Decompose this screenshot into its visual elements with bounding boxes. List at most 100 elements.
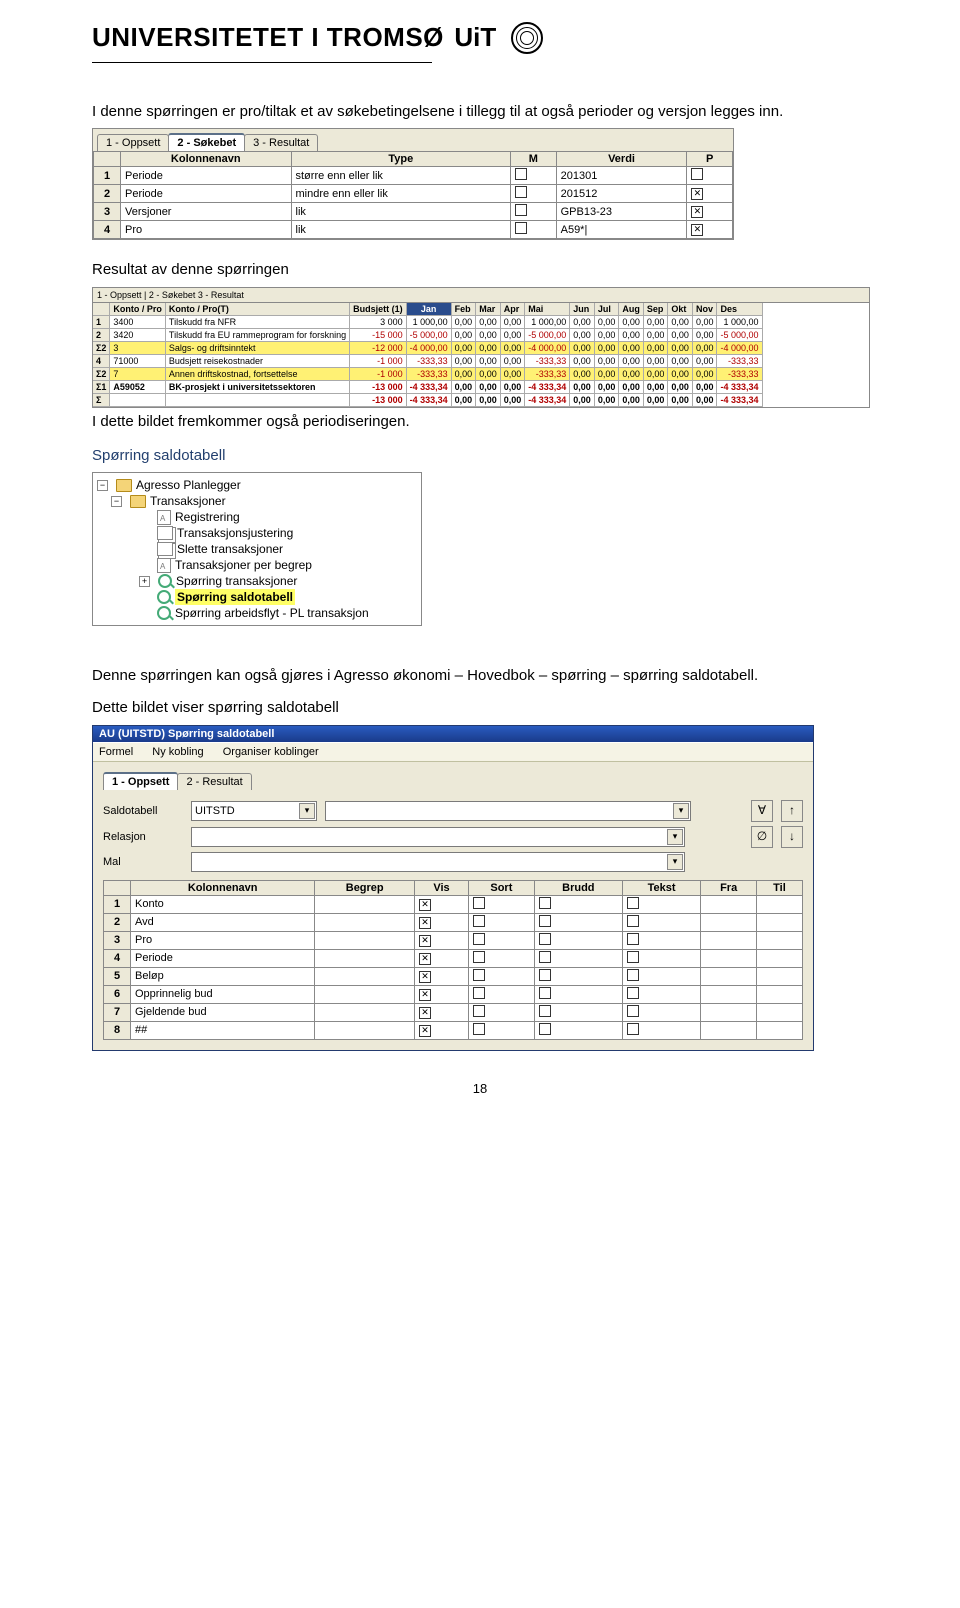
chevron-down-icon[interactable]: ▾ <box>667 854 683 870</box>
col-tekst[interactable] <box>622 1021 701 1039</box>
col-fra[interactable] <box>701 1021 757 1039</box>
saldo-row[interactable]: 6Opprinnelig bud <box>104 985 803 1003</box>
col-sort[interactable] <box>468 1021 534 1039</box>
checkbox-icon[interactable] <box>627 933 639 945</box>
checkbox-icon[interactable] <box>473 933 485 945</box>
saldo-row[interactable]: 1Konto <box>104 895 803 913</box>
col-fra[interactable] <box>701 1003 757 1021</box>
checkbox-icon[interactable] <box>539 915 551 927</box>
checkbox-icon[interactable] <box>691 206 703 218</box>
col-vis[interactable] <box>415 913 469 931</box>
checkbox-icon[interactable] <box>473 915 485 927</box>
filter-all-button[interactable]: ∀ <box>751 800 773 822</box>
tree-item[interactable]: +Spørring transaksjoner <box>97 573 417 589</box>
checkbox-icon[interactable] <box>473 987 485 999</box>
checkbox-icon[interactable] <box>515 222 527 234</box>
checkbox-icon[interactable] <box>627 897 639 909</box>
col-til[interactable] <box>756 931 802 949</box>
checkbox-icon[interactable] <box>539 933 551 945</box>
col-p[interactable] <box>687 221 733 239</box>
col-p[interactable] <box>687 203 733 221</box>
col-sort[interactable] <box>468 895 534 913</box>
col-value[interactable]: 201301 <box>556 167 687 185</box>
col-tekst[interactable] <box>622 967 701 985</box>
saldo-row[interactable]: 8## <box>104 1021 803 1039</box>
query-row[interactable]: 1Periodestørre enn eller lik201301 <box>94 167 733 185</box>
col-sort[interactable] <box>468 967 534 985</box>
col-sort[interactable] <box>468 913 534 931</box>
checkbox-icon[interactable] <box>419 971 431 983</box>
checkbox-icon[interactable] <box>627 915 639 927</box>
tree-root[interactable]: − Agresso Planlegger <box>97 477 417 493</box>
col-tekst[interactable] <box>622 949 701 967</box>
checkbox-icon[interactable] <box>473 951 485 963</box>
chevron-down-icon[interactable]: ▾ <box>667 829 683 845</box>
menu-formel[interactable]: Formel <box>99 746 133 758</box>
chevron-down-icon[interactable]: ▾ <box>299 803 315 819</box>
menu-nykobling[interactable]: Ny kobling <box>152 746 203 758</box>
saldo-row[interactable]: 7Gjeldende bud <box>104 1003 803 1021</box>
tab-oppsett[interactable]: 1 - Oppsett <box>97 134 169 151</box>
tree-item[interactable]: Transaksjoner per begrep <box>97 557 417 573</box>
tree-item[interactable]: Spørring saldotabell <box>97 589 417 605</box>
col-brudd[interactable] <box>534 1021 622 1039</box>
col-value[interactable]: A59*| <box>556 221 687 239</box>
col-m[interactable] <box>511 203 557 221</box>
col-sort[interactable] <box>468 985 534 1003</box>
col-m[interactable] <box>511 167 557 185</box>
checkbox-icon[interactable] <box>627 1005 639 1017</box>
col-brudd[interactable] <box>534 1003 622 1021</box>
col-value[interactable]: 201512 <box>556 185 687 203</box>
col-til[interactable] <box>756 895 802 913</box>
checkbox-icon[interactable] <box>473 897 485 909</box>
col-brudd[interactable] <box>534 895 622 913</box>
mal-combo[interactable]: ▾ <box>191 852 685 872</box>
checkbox-icon[interactable] <box>473 1023 485 1035</box>
col-brudd[interactable] <box>534 913 622 931</box>
checkbox-icon[interactable] <box>419 989 431 1001</box>
checkbox-icon[interactable] <box>539 969 551 981</box>
saldo-row[interactable]: 3Pro <box>104 931 803 949</box>
col-tekst[interactable] <box>622 931 701 949</box>
col-vis[interactable] <box>415 895 469 913</box>
checkbox-icon[interactable] <box>539 1005 551 1017</box>
col-vis[interactable] <box>415 949 469 967</box>
tab-win-oppsett[interactable]: 1 - Oppsett <box>103 772 178 790</box>
col-sort[interactable] <box>468 1003 534 1021</box>
checkbox-icon[interactable] <box>627 1023 639 1035</box>
col-til[interactable] <box>756 949 802 967</box>
tree-sub[interactable]: − Transaksjoner <box>97 493 417 509</box>
checkbox-icon[interactable] <box>419 1025 431 1037</box>
col-til[interactable] <box>756 1021 802 1039</box>
col-til[interactable] <box>756 913 802 931</box>
tree-item[interactable]: Slette transaksjoner <box>97 541 417 557</box>
col-vis[interactable] <box>415 1021 469 1039</box>
checkbox-icon[interactable] <box>539 951 551 963</box>
tab-sokebet[interactable]: 2 - Søkebet <box>168 133 245 151</box>
saldo-row[interactable]: 2Avd <box>104 913 803 931</box>
col-fra[interactable] <box>701 895 757 913</box>
tree-item[interactable]: Transaksjonsjustering <box>97 525 417 541</box>
checkbox-icon[interactable] <box>627 987 639 999</box>
checkbox-icon[interactable] <box>419 935 431 947</box>
col-brudd[interactable] <box>534 967 622 985</box>
checkbox-icon[interactable] <box>539 897 551 909</box>
menu-organiser[interactable]: Organiser koblinger <box>223 746 319 758</box>
tree-item[interactable]: Spørring arbeidsflyt - PL transaksjon <box>97 605 417 621</box>
col-p[interactable] <box>687 167 733 185</box>
col-brudd[interactable] <box>534 931 622 949</box>
query-row[interactable]: 4ProlikA59*| <box>94 221 733 239</box>
tree-item[interactable]: Registrering <box>97 509 417 525</box>
col-vis[interactable] <box>415 931 469 949</box>
col-value[interactable]: GPB13-23 <box>556 203 687 221</box>
tab-win-resultat[interactable]: 2 - Resultat <box>177 773 251 790</box>
checkbox-icon[interactable] <box>419 899 431 911</box>
col-tekst[interactable] <box>622 1003 701 1021</box>
checkbox-icon[interactable] <box>539 1023 551 1035</box>
checkbox-icon[interactable] <box>627 951 639 963</box>
chevron-down-icon[interactable]: ▾ <box>673 803 689 819</box>
checkbox-icon[interactable] <box>473 969 485 981</box>
query-row[interactable]: 2Periodemindre enn eller lik201512 <box>94 185 733 203</box>
checkbox-icon[interactable] <box>515 204 527 216</box>
col-fra[interactable] <box>701 967 757 985</box>
